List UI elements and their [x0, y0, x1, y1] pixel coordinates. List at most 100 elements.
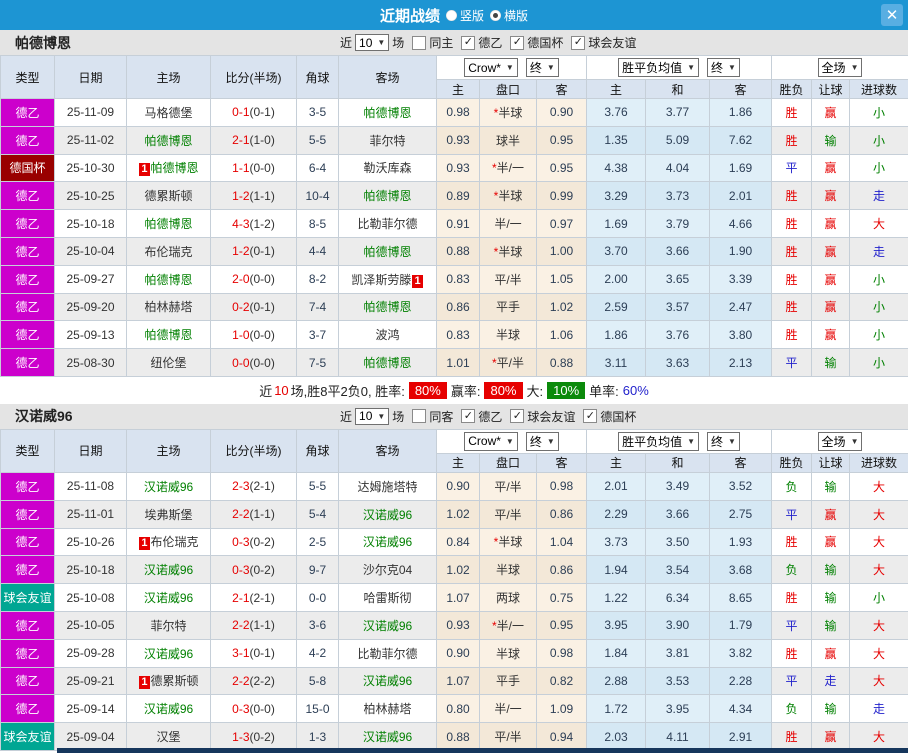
- team-link[interactable]: 菲尔特: [150, 619, 186, 633]
- team-link[interactable]: 汉诺威96: [144, 591, 193, 605]
- team-link[interactable]: 汉堡: [156, 730, 180, 744]
- league-badge-cell: 德乙: [0, 499, 55, 529]
- avg-group-header: 胜平负均值 ▼ 终 ▼: [585, 55, 773, 80]
- layout-radio-horizontal[interactable]: 横版: [490, 7, 528, 24]
- match-date-cell: 25-10-08: [54, 583, 127, 612]
- match-row: 德乙 25-09-14 汉诺威96 0-3(0-0) 15-0 柏林赫塔 0.80 半/一 1.…: [0, 694, 908, 724]
- team-link[interactable]: 柏林赫塔: [363, 702, 411, 716]
- scope-select[interactable]: 全场 ▼: [817, 58, 863, 77]
- winloss-cell: 平: [771, 610, 813, 640]
- team-link[interactable]: 汉诺威96: [363, 730, 412, 744]
- team-link[interactable]: 帕德博恩: [144, 217, 192, 231]
- team-link[interactable]: 帕德博恩: [363, 356, 411, 370]
- team-link[interactable]: 波鸿: [375, 328, 399, 342]
- league-checkbox-cup[interactable]: [510, 35, 525, 50]
- match-row: 德乙 25-09-21 1 德累斯顿 2-2(2-2) 5-8 汉诺威96 1.07 平手 0.8…: [0, 666, 908, 696]
- team-link[interactable]: 汉诺威96: [363, 535, 412, 549]
- team-link[interactable]: 帕德博恩: [144, 328, 192, 342]
- match-date-cell: 25-09-28: [54, 638, 127, 668]
- team-link[interactable]: 帕德博恩: [363, 300, 411, 314]
- team-link[interactable]: 汉诺威96: [144, 647, 193, 661]
- team-link[interactable]: 德累斯顿: [144, 189, 192, 203]
- team-link[interactable]: 达姆施塔特: [357, 480, 417, 494]
- score-cell: 0-3(0-2): [210, 527, 297, 557]
- team-link[interactable]: 帕德博恩: [363, 189, 411, 203]
- goals-cell: 小: [849, 153, 908, 183]
- team-link[interactable]: 布伦瑞克: [151, 535, 199, 549]
- match-count-select[interactable]: 10 ▼: [355, 407, 390, 425]
- match-count-select[interactable]: 10 ▼: [355, 34, 390, 51]
- final-odds-select[interactable]: 终 ▼: [525, 431, 559, 451]
- league-badge-cell: 德国杯: [0, 153, 55, 183]
- team-link[interactable]: 比勒菲尔德: [357, 647, 417, 661]
- league-checkbox-cup[interactable]: [583, 409, 598, 424]
- final-avg-select[interactable]: 终 ▼: [707, 58, 740, 77]
- odds-away-cell: 0.95: [536, 610, 587, 640]
- handicap-result-cell: 赢: [811, 209, 851, 238]
- team-link[interactable]: 马格德堡: [144, 106, 192, 120]
- home-team-cell: 德累斯顿: [126, 181, 211, 211]
- section-header-paderborn: 帕德博恩 近 10▼ 场 同主 德乙 德国杯 球会友谊: [0, 30, 908, 55]
- bookmaker-select[interactable]: Crow* ▼: [464, 58, 518, 77]
- bookmaker-select[interactable]: Crow* ▼: [464, 431, 518, 451]
- team-link[interactable]: 汉诺威96: [144, 480, 193, 494]
- col-handicap-result: 让球: [811, 79, 851, 99]
- avg-home-cell: 1.22: [586, 583, 646, 612]
- avg-select[interactable]: 胜平负均值 ▼: [618, 431, 699, 451]
- team-link[interactable]: 汉诺威96: [144, 563, 193, 577]
- league-badge-cell: 德乙: [0, 666, 55, 696]
- away-team-cell: 比勒菲尔德: [338, 638, 437, 668]
- avg-home-cell: 3.73: [586, 527, 646, 557]
- team-link[interactable]: 沙尔克04: [363, 563, 412, 577]
- team-link[interactable]: 帕德博恩: [151, 161, 199, 175]
- league-checkbox-de2[interactable]: [461, 35, 476, 50]
- team-link[interactable]: 帕德博恩: [363, 245, 411, 259]
- team-link[interactable]: 凯泽斯劳滕: [351, 273, 411, 287]
- team-link[interactable]: 埃弗斯堡: [144, 508, 192, 522]
- team-link[interactable]: 汉诺威96: [144, 702, 193, 716]
- league-checkbox-de2[interactable]: [461, 409, 476, 424]
- final-odds-select[interactable]: 终 ▼: [525, 58, 559, 77]
- team-link[interactable]: 汉诺威96: [363, 674, 412, 688]
- home-team-cell: 柏林赫塔: [126, 292, 211, 322]
- team-link[interactable]: 柏林赫塔: [144, 300, 192, 314]
- team-link[interactable]: 汉诺威96: [363, 619, 412, 633]
- team-link[interactable]: 布伦瑞克: [144, 245, 192, 259]
- odds-away-cell: 0.95: [536, 125, 587, 155]
- avg-away-cell: 2.01: [708, 181, 773, 211]
- team-link[interactable]: 帕德博恩: [144, 273, 192, 287]
- league-checkbox-friendly[interactable]: [510, 409, 525, 424]
- goals-cell: 走: [849, 236, 908, 266]
- odds-away-cell: 0.86: [536, 499, 587, 529]
- handicap-result-cell: 输: [811, 555, 851, 585]
- close-icon[interactable]: ✕: [881, 4, 903, 26]
- col-avg-away: 客: [708, 452, 773, 473]
- layout-radio-vertical[interactable]: 竖版: [445, 7, 484, 24]
- goals-cell: 大: [849, 209, 908, 238]
- away-team-cell: 哈雷斯彻: [338, 583, 437, 612]
- avg-draw-cell: 6.34: [645, 583, 710, 612]
- avg-select[interactable]: 胜平负均值 ▼: [618, 58, 699, 77]
- same-venue-checkbox[interactable]: [412, 409, 427, 424]
- home-team-cell: 汉诺威96: [126, 638, 211, 668]
- team-link[interactable]: 勒沃库森: [363, 161, 411, 175]
- team-link[interactable]: 帕德博恩: [144, 134, 192, 148]
- league-checkbox-friendly[interactable]: [571, 35, 586, 50]
- same-venue-checkbox[interactable]: [412, 35, 427, 50]
- team-link[interactable]: 汉诺威96: [363, 508, 412, 522]
- odds-group-header: Crow* ▼ 终 ▼: [436, 428, 587, 454]
- summary-part: 80%: [484, 381, 523, 399]
- team-link[interactable]: 帕德博恩: [363, 106, 411, 120]
- col-goals: 进球数: [849, 452, 908, 473]
- team-link[interactable]: 哈雷斯彻: [363, 591, 411, 605]
- away-team-cell: 帕德博恩: [338, 292, 437, 322]
- winloss-cell: 胜: [771, 181, 813, 211]
- team-link[interactable]: 德累斯顿: [151, 674, 199, 688]
- team-link[interactable]: 比勒菲尔德: [357, 217, 417, 231]
- team-link[interactable]: 菲尔特: [369, 134, 405, 148]
- league-badge-cell: 球会友谊: [0, 722, 55, 751]
- chevron-down-icon: ▼: [546, 63, 555, 72]
- scope-select[interactable]: 全场 ▼: [817, 431, 863, 451]
- team-link[interactable]: 纽伦堡: [150, 356, 186, 370]
- final-avg-select[interactable]: 终 ▼: [707, 431, 740, 451]
